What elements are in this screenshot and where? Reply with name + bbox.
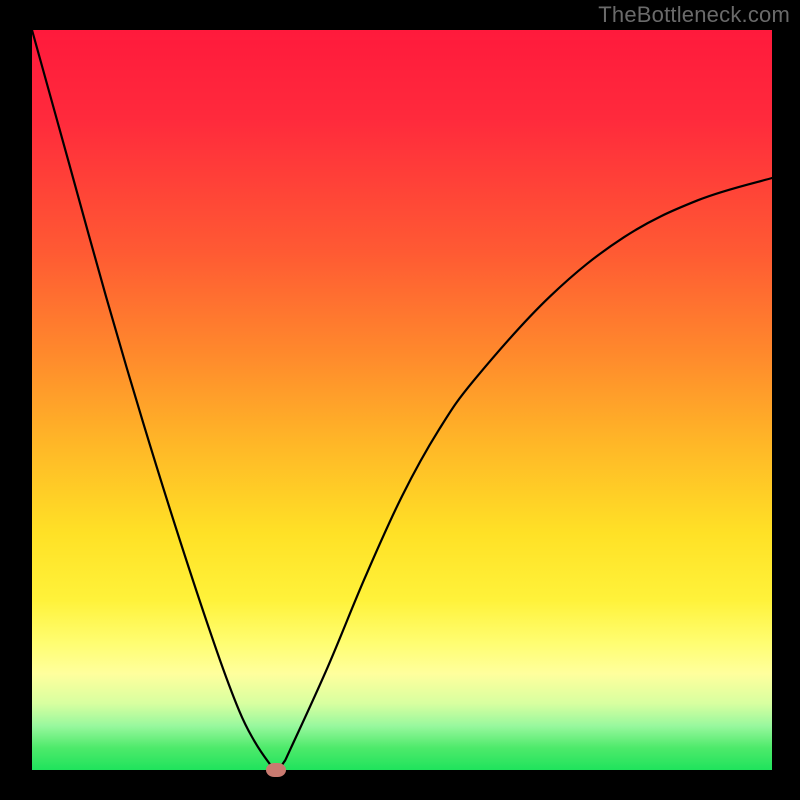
optimum-marker	[266, 763, 286, 777]
plot-gradient-background	[32, 30, 772, 770]
bottleneck-curve-line	[32, 30, 772, 770]
watermark-text: TheBottleneck.com	[598, 2, 790, 28]
chart-frame: TheBottleneck.com	[0, 0, 800, 800]
